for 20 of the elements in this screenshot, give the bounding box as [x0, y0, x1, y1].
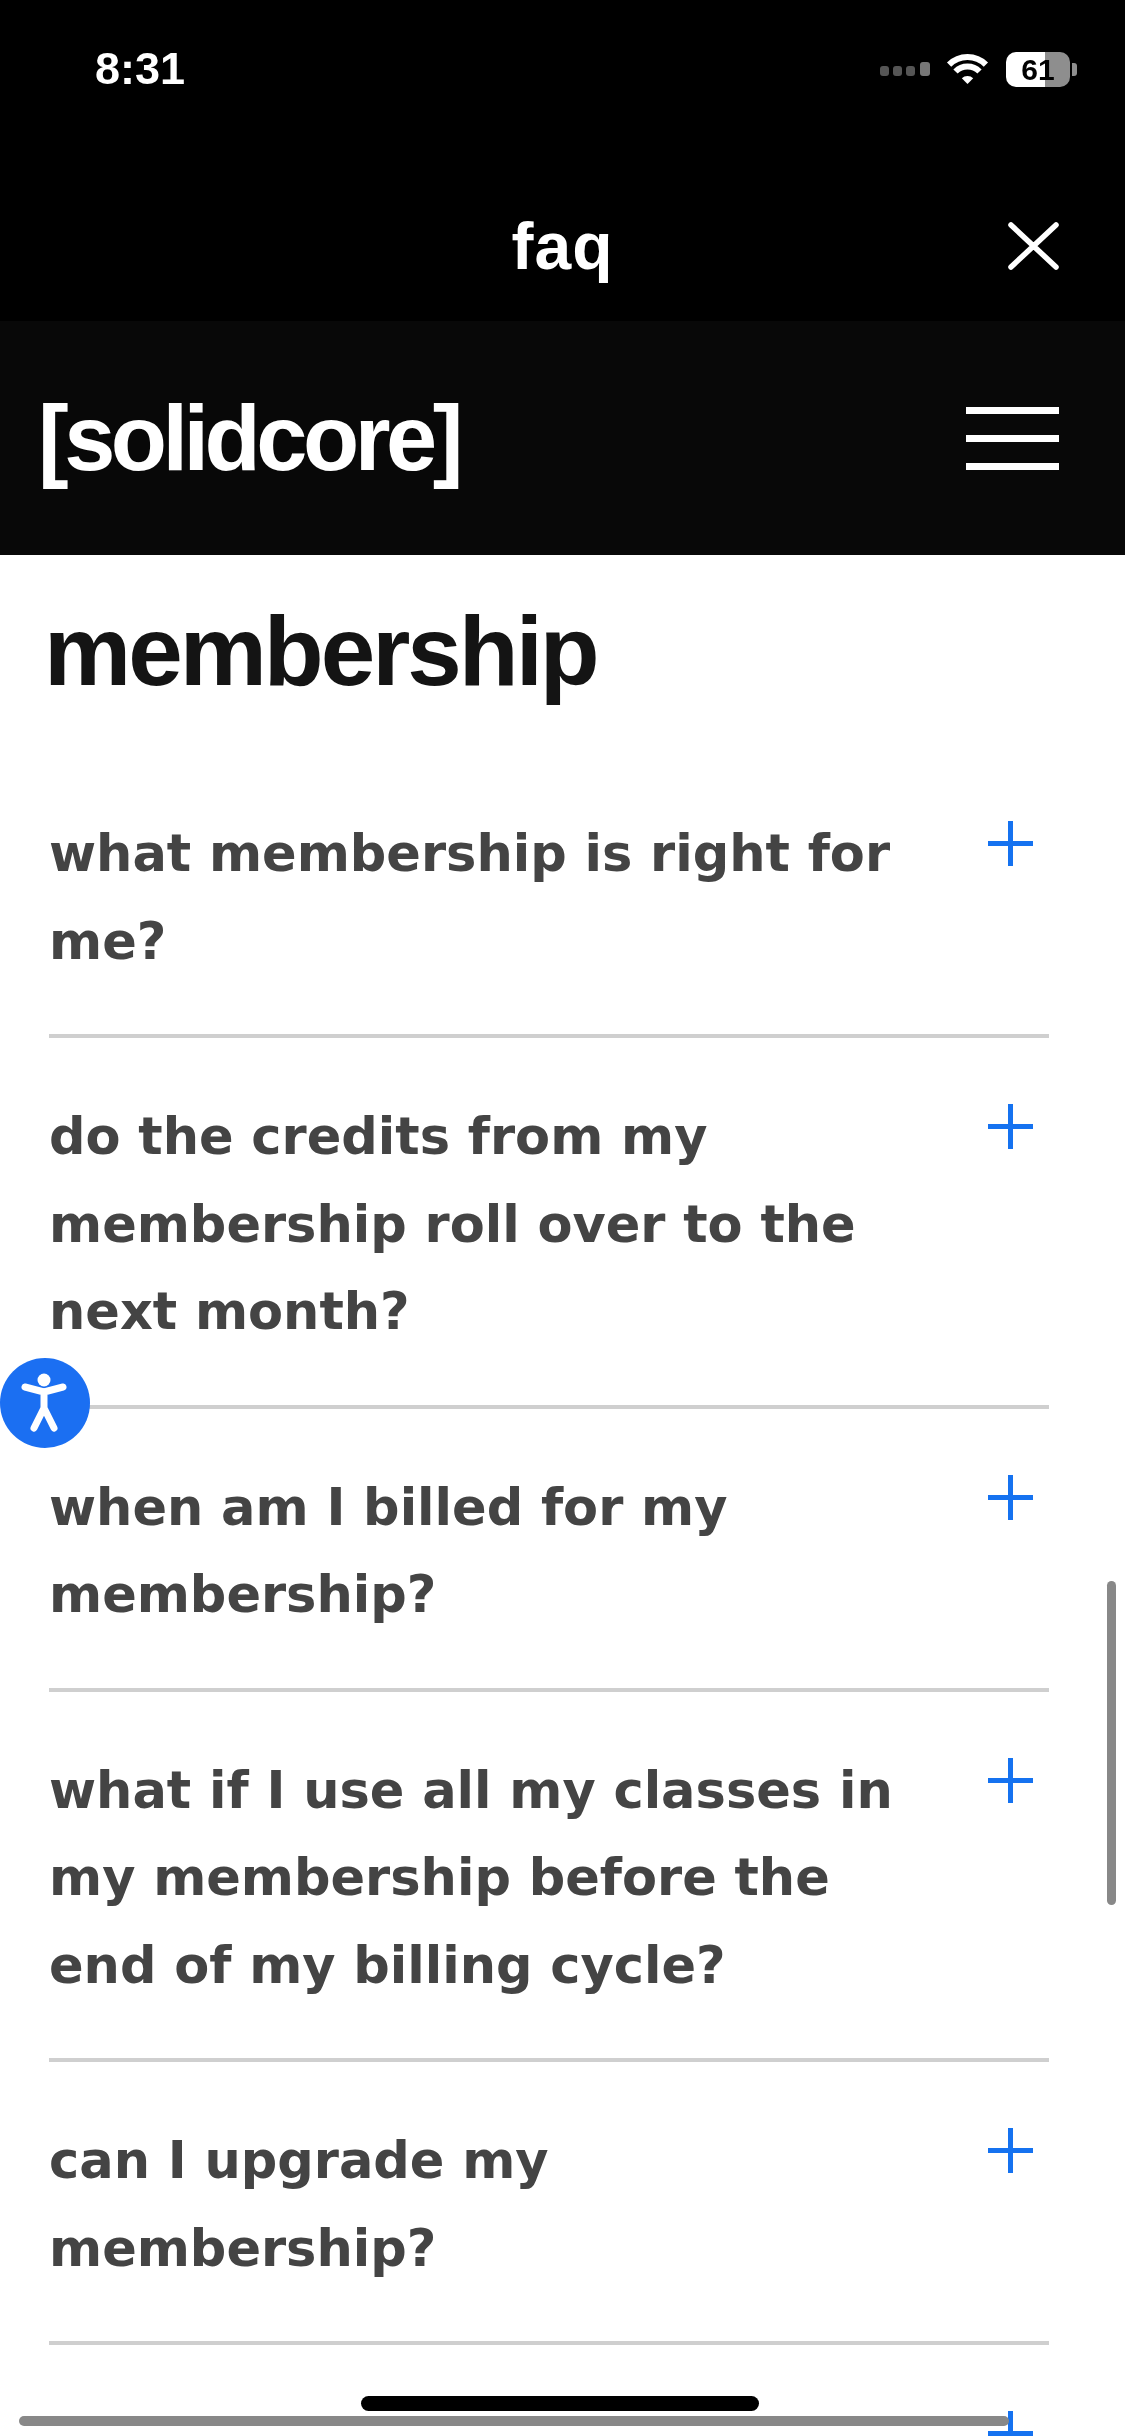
- accessibility-icon[interactable]: [0, 1358, 90, 1448]
- section-heading: membership: [44, 595, 598, 708]
- faq-question[interactable]: can I upgrade my membership?: [49, 2117, 929, 2292]
- brand-logo[interactable]: [solidcore]: [38, 388, 464, 488]
- battery-indicator: 61: [1006, 51, 1077, 87]
- close-icon[interactable]: [1008, 221, 1059, 270]
- plus-icon[interactable]: [988, 1104, 1033, 1149]
- faq-question[interactable]: do the credits from my membership roll over to the next month?: [49, 1093, 929, 1356]
- page-title: faq: [511, 207, 614, 285]
- plus-icon[interactable]: [988, 821, 1033, 866]
- faq-question[interactable]: when am I billed for my membership?: [49, 1463, 929, 1639]
- menu-icon[interactable]: [966, 406, 1059, 470]
- status-time: 8:31: [95, 44, 186, 94]
- wifi-icon: [945, 53, 990, 85]
- faq-question[interactable]: what membership is right for me?: [49, 810, 929, 985]
- plus-icon[interactable]: [988, 1474, 1033, 1520]
- plus-icon[interactable]: [988, 2128, 1033, 2173]
- signal-icon: [880, 62, 930, 76]
- faq-question[interactable]: what if I use all my classes in my membership before the end of my billing cycle?: [49, 1746, 929, 2009]
- plus-icon[interactable]: [988, 1757, 1033, 1803]
